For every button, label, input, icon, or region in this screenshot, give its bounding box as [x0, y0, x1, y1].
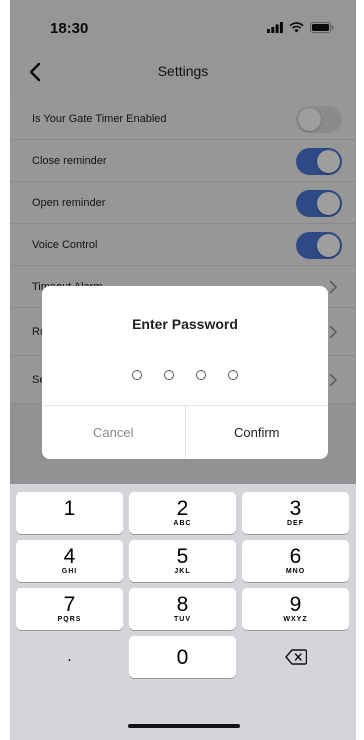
key-letters: DEF — [287, 520, 304, 527]
key-letters: GHI — [61, 568, 78, 575]
key-8[interactable]: 8 TUV — [129, 588, 236, 630]
pin-dot — [228, 370, 238, 380]
key-6[interactable]: 6 MNO — [242, 540, 349, 582]
key-digit: 9 — [289, 593, 302, 616]
key-letters: PQRS — [57, 616, 82, 623]
key-letters: WXYZ — [283, 616, 308, 623]
key-digit: 3 — [289, 497, 302, 520]
key-decimal[interactable]: . — [16, 636, 123, 678]
key-digit: 0 — [176, 645, 189, 669]
backspace-icon — [284, 649, 307, 665]
pin-dot — [164, 370, 174, 380]
key-0[interactable]: 0 — [129, 636, 236, 678]
numeric-keypad: 1 2 ABC 3 DEF 4 GHI 5 JKL 6 MNO 7 PQRS 8 TUV 9W… — [10, 484, 356, 740]
pin-dot — [196, 370, 206, 380]
key-4[interactable]: 4 GHI — [16, 540, 123, 582]
key-digit: 2 — [176, 497, 189, 520]
key-digit: 8 — [176, 593, 189, 616]
decimal-label: . — [67, 648, 72, 665]
key-5[interactable]: 5 JKL — [129, 540, 236, 582]
key-1[interactable]: 1 — [16, 492, 123, 534]
key-digit: 4 — [63, 545, 76, 568]
password-dialog: Enter Password Cancel Confirm — [42, 286, 328, 459]
key-9[interactable]: 9 WXYZ — [242, 588, 349, 630]
home-indicator[interactable] — [128, 724, 240, 728]
dialog-title: Enter Password — [132, 316, 238, 332]
key-letters: MNO — [285, 568, 306, 575]
key-letters: ABC — [173, 520, 192, 527]
cancel-button[interactable]: Cancel — [42, 406, 186, 459]
key-2[interactable]: 2 ABC — [129, 492, 236, 534]
key-7[interactable]: 7 PQRS — [16, 588, 123, 630]
pin-dot — [132, 370, 142, 380]
key-digit: 1 — [63, 497, 76, 520]
pin-dots — [42, 370, 328, 380]
key-delete[interactable] — [242, 636, 349, 678]
confirm-button[interactable]: Confirm — [185, 406, 328, 459]
key-letters: TUV — [174, 616, 191, 623]
key-digit: 5 — [176, 545, 189, 568]
key-3[interactable]: 3 DEF — [242, 492, 349, 534]
phone-screen: 18:30 Settings Is Your Gate Timer Enable… — [10, 0, 356, 740]
key-digit: 7 — [63, 593, 76, 616]
key-letters: JKL — [174, 568, 191, 575]
dialog-actions: Cancel Confirm — [42, 405, 328, 459]
key-digit: 6 — [289, 545, 302, 568]
